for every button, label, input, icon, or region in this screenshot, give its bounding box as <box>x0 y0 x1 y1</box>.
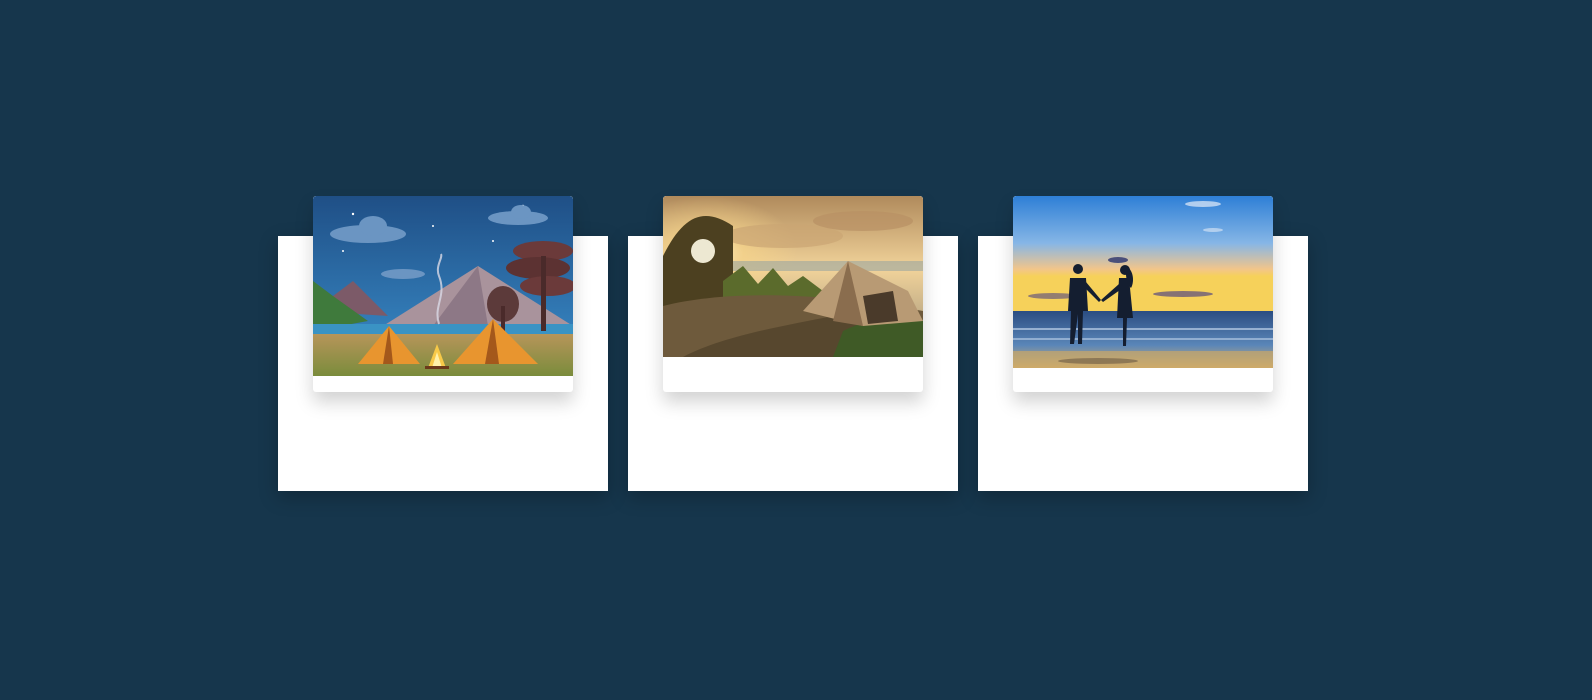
card-thumbnail-frame <box>663 196 923 392</box>
card-thumbnail-frame <box>1013 196 1273 392</box>
beach-couple-sunset-photo[interactable] <box>1013 196 1273 368</box>
gallery-card-beach[interactable] <box>978 196 1308 491</box>
camping-illustration-image[interactable] <box>313 196 573 376</box>
gallery-card-camping[interactable] <box>278 196 608 491</box>
gallery-card-tent[interactable] <box>628 196 958 491</box>
card-thumbnail-frame <box>313 196 573 392</box>
tent-sunset-photo[interactable] <box>663 196 923 357</box>
